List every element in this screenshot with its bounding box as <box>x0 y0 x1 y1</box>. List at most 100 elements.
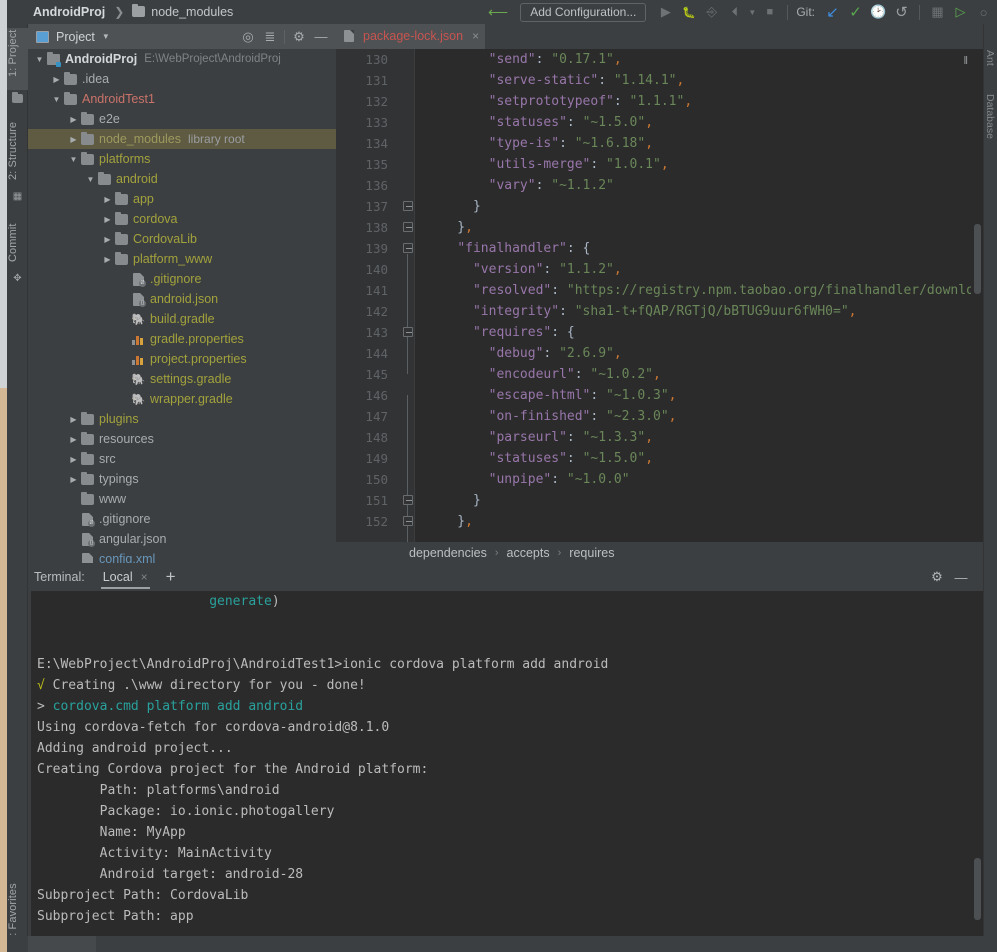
project-structure-icon[interactable]: ▦ <box>926 1 949 23</box>
editor-breadcrumb-bar[interactable]: dependencies › accepts › requires <box>336 542 983 563</box>
hide-icon[interactable]: — <box>949 565 973 589</box>
breadcrumb-project[interactable]: AndroidProj <box>31 0 107 24</box>
terminal-tab-local[interactable]: Local × <box>99 563 152 591</box>
add-terminal-icon[interactable]: + <box>166 567 176 587</box>
tree-item-app[interactable]: ▶ app <box>28 189 336 209</box>
tree-expand-arrow-icon[interactable]: ▶ <box>68 429 79 449</box>
tree-item-androidtest1[interactable]: ▼ AndroidTest1 <box>28 89 336 109</box>
tree-item-settings-gradle[interactable]: 🐘 settings.gradle <box>28 369 336 389</box>
build-hammer-icon[interactable]: ⟶ <box>488 4 508 21</box>
code-fold-marker-icon[interactable] <box>403 243 413 253</box>
tree-expand-arrow-icon[interactable]: ▶ <box>68 409 79 429</box>
terminal-scrollbar[interactable] <box>974 858 981 920</box>
tree-expand-arrow-icon[interactable]: ▶ <box>102 209 113 229</box>
tree-item-project-properties[interactable]: project.properties <box>28 349 336 369</box>
tree-item-resources[interactable]: ▶ resources <box>28 429 336 449</box>
tree-item--gitignore[interactable]: Ø .gitignore <box>28 509 336 529</box>
editor-tab-package-lock-json[interactable]: package-lock.json × <box>336 24 486 49</box>
scroll-from-source-icon[interactable]: ◎ <box>237 26 259 48</box>
collapse-all-icon[interactable]: ≣ <box>259 26 281 48</box>
tree-item-wrapper-gradle[interactable]: 🐘 wrapper.gradle <box>28 389 336 409</box>
tree-expand-arrow-icon[interactable]: ▶ <box>68 469 79 489</box>
close-icon[interactable]: × <box>472 29 479 43</box>
tree-expand-arrow-icon[interactable]: ▶ <box>102 189 113 209</box>
tree-item--idea[interactable]: ▶ .idea <box>28 69 336 89</box>
sidebar-item-ant[interactable]: Ant <box>984 50 997 84</box>
tree-item-build-gradle[interactable]: 🐘 build.gradle <box>28 309 336 329</box>
tree-expand-arrow-icon[interactable]: ▶ <box>68 109 79 129</box>
breadcrumb-dependencies[interactable]: dependencies <box>409 546 487 560</box>
code-fold-marker-icon[interactable] <box>403 495 413 505</box>
code-editor[interactable]: 130 "send": "0.17.1", 131 "serve-static":… <box>336 49 983 563</box>
tree-item-platforms[interactable]: ▼ platforms <box>28 149 336 169</box>
tree-item-typings[interactable]: ▶ typings <box>28 469 336 489</box>
tree-expand-arrow-icon[interactable]: ▶ <box>68 129 79 149</box>
git-rollback-icon[interactable]: ↺ <box>890 1 913 23</box>
sidebar-item-commit[interactable]: Commit <box>7 212 28 270</box>
code-fold-marker-icon[interactable] <box>403 327 413 337</box>
tree-item-node-modules[interactable]: ▶ node_modules library root <box>28 129 336 149</box>
tree-item-src[interactable]: ▶ src <box>28 449 336 469</box>
hide-icon[interactable]: — <box>310 26 332 48</box>
tree-expand-arrow-icon[interactable]: ▶ <box>102 249 113 269</box>
code-fold-marker-icon[interactable] <box>403 201 413 211</box>
sidebar-item-database[interactable]: Database <box>984 94 997 160</box>
tree-item-www[interactable]: www <box>28 489 336 509</box>
chevron-down-icon[interactable]: ▼ <box>102 32 110 41</box>
tree-item-cordova[interactable]: ▶ cordova <box>28 209 336 229</box>
breadcrumb-accepts[interactable]: accepts <box>507 546 550 560</box>
gear-icon[interactable]: ⚙ <box>288 26 310 48</box>
run-icon[interactable]: ▶ <box>654 1 677 23</box>
line-number: 151 <box>365 493 388 508</box>
git-commit-icon[interactable]: ✓ <box>844 1 867 23</box>
terminal-output[interactable]: generate) E:\WebProject\AndroidProj\Andro… <box>31 591 983 952</box>
terminal-line: Path: platforms\android <box>37 783 280 798</box>
tree-expand-arrow-icon[interactable]: ▼ <box>34 49 45 69</box>
tree-expand-arrow-icon[interactable]: ▶ <box>102 229 113 249</box>
tree-expand-arrow-icon[interactable]: ▶ <box>68 449 79 469</box>
tree-item-androidproj[interactable]: ▼ AndroidProj E:\WebProject\AndroidProj <box>28 49 336 69</box>
tree-item-gradle-properties[interactable]: gradle.properties <box>28 329 336 349</box>
sidebar-item-project[interactable]: 1: Project <box>7 28 28 90</box>
code-line: 138 }, <box>336 217 983 238</box>
tree-item-e2e[interactable]: ▶ e2e <box>28 109 336 129</box>
search-everywhere-icon[interactable]: ○ <box>972 1 995 23</box>
tree-item-platform-www[interactable]: ▶ platform_www <box>28 249 336 269</box>
breadcrumb-requires[interactable]: requires <box>569 546 614 560</box>
tree-expand-arrow-icon[interactable]: ▶ <box>51 69 62 89</box>
code-fold-marker-icon[interactable] <box>403 516 413 526</box>
project-tree[interactable]: ▼ AndroidProj E:\WebProject\AndroidProj ▶ .i… <box>28 49 336 563</box>
tree-item--gitignore[interactable]: Ø .gitignore <box>28 269 336 289</box>
tree-expand-arrow-icon[interactable]: ▼ <box>85 169 96 189</box>
code-fold-marker-icon[interactable] <box>403 222 413 232</box>
profile-icon[interactable]: ⏴ <box>723 1 746 23</box>
close-icon[interactable]: × <box>141 570 148 584</box>
debug-icon[interactable]: 🐛 <box>677 1 700 23</box>
tree-item-plugins[interactable]: ▶ plugins <box>28 409 336 429</box>
tree-item-cordovalib[interactable]: ▶ CordovaLib <box>28 229 336 249</box>
breadcrumb-node-modules-label: node_modules <box>151 5 234 19</box>
git-history-icon[interactable]: 🕑 <box>867 1 890 23</box>
tree-item-android-json[interactable]: {} android.json <box>28 289 336 309</box>
run-configuration-selector[interactable]: Add Configuration... <box>520 2 647 22</box>
device-manager-icon[interactable]: ▷ <box>949 1 972 23</box>
sidebar-item-structure[interactable]: 2: Structure <box>7 114 28 186</box>
tree-expand-arrow-icon[interactable]: ▼ <box>51 89 62 109</box>
run-configuration-label: Add Configuration... <box>530 5 637 19</box>
chevron-down-icon[interactable]: ▼ <box>746 1 758 23</box>
stop-icon[interactable]: ■ <box>758 1 781 23</box>
tree-item-angular-json[interactable]: {} angular.json <box>28 529 336 549</box>
tree-item-android[interactable]: ▼ android <box>28 169 336 189</box>
breadcrumb-node-modules[interactable]: node_modules <box>130 0 235 24</box>
tree-item-config-xml[interactable]: config.xml <box>28 549 336 563</box>
run-coverage-icon[interactable]: ⎆ <box>700 1 723 23</box>
git-update-project-icon[interactable]: ↙ <box>821 1 844 23</box>
code-text: }, <box>426 514 473 529</box>
code-text: "integrity": "sha1-t+fQAP/RGTjQ/bBTUG9uu… <box>472 304 857 319</box>
tree-item-label: AndroidTest1 <box>82 92 155 106</box>
gear-icon[interactable]: ⚙ <box>925 565 949 589</box>
editor-vertical-scrollbar[interactable] <box>971 49 983 563</box>
tree-expand-arrow-icon[interactable]: ▼ <box>68 149 79 169</box>
folder-icon <box>81 431 94 445</box>
